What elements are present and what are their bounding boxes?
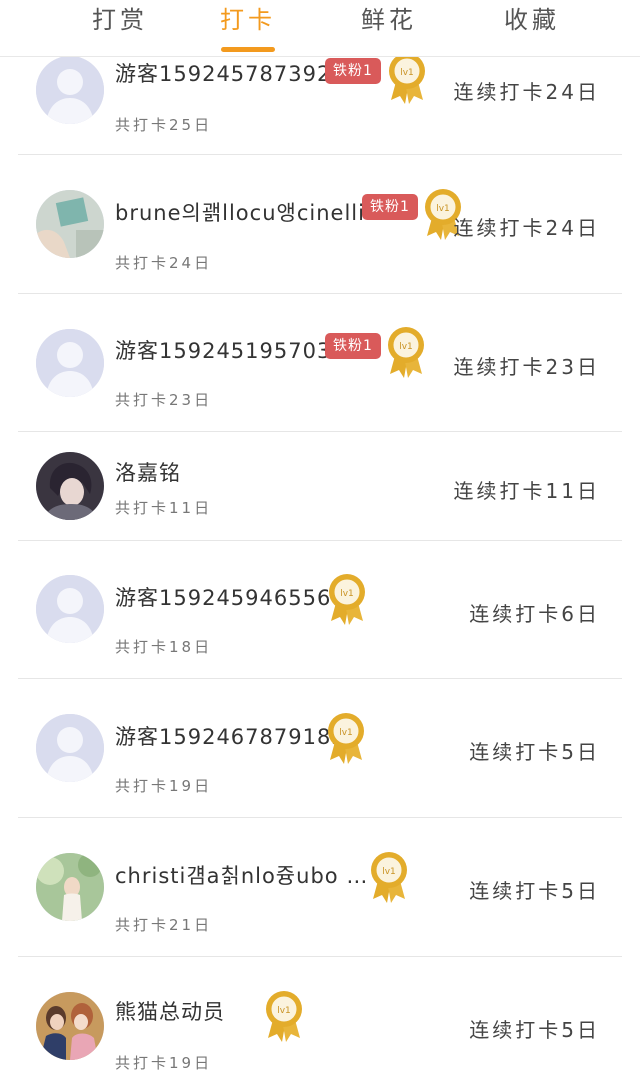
list-item[interactable]: 洛嘉铭 连续打卡11日 共打卡11日	[18, 431, 622, 541]
tab-label: 打卡	[220, 6, 276, 34]
list-item[interactable]: brune의괡llocu앵cinelli 铁粉1 lv1 连续打卡24日 共打卡…	[18, 154, 622, 294]
tab-favorites[interactable]: 收藏	[472, 0, 592, 56]
default-avatar-icon	[36, 575, 104, 643]
streak-label: 连续打卡24日	[453, 80, 600, 104]
user-name: christi걤a칡nlo즁ubo …	[115, 864, 369, 888]
fan-badge: 铁粉1	[362, 194, 418, 220]
streak-label: 连续打卡5日	[469, 879, 600, 903]
total-count: 共打卡25日	[115, 116, 213, 134]
tab-underline	[221, 47, 275, 52]
streak-label: 连续打卡6日	[469, 602, 600, 626]
tab-label: 鲜花	[361, 6, 417, 34]
gold-medal-icon: lv1	[329, 574, 365, 625]
gold-medal-icon: lv1	[389, 53, 425, 104]
svg-text:lv1: lv1	[436, 204, 450, 214]
photo-avatar	[36, 853, 104, 921]
gold-medal-icon: lv1	[328, 713, 364, 764]
user-name: 游客1592451957035	[115, 339, 346, 363]
total-count: 共打卡24日	[115, 254, 213, 272]
tab-label: 收藏	[504, 6, 560, 34]
tab-flowers[interactable]: 鲜花	[329, 0, 449, 56]
user-name: 游客1592467879182	[115, 725, 346, 749]
default-avatar-icon	[36, 714, 104, 782]
fan-badge: 铁粉1	[325, 333, 381, 359]
list-item[interactable]: 游客1592459465568 lv1 连续打卡6日 共打卡18日	[18, 540, 622, 679]
gold-medal-icon: lv1	[266, 991, 302, 1042]
user-name: 游客1592459465568	[115, 586, 346, 610]
list-item[interactable]: 游客1592467879182 lv1 连续打卡5日 共打卡19日	[18, 678, 622, 818]
user-name: 洛嘉铭	[115, 461, 181, 485]
list-item[interactable]: 熊猫总动员 lv1 连续打卡5日 共打卡19日	[18, 956, 622, 1072]
svg-text:lv1: lv1	[339, 728, 353, 738]
photo-avatar	[36, 452, 104, 520]
tab-bar: 打赏 打卡 鲜花 收藏	[0, 0, 640, 57]
photo-avatar	[36, 992, 104, 1060]
total-count: 共打卡19日	[115, 1054, 213, 1072]
list-item[interactable]: 游客1592457873920 铁粉1 lv1 连续打卡24日 共打卡25日	[18, 53, 622, 155]
default-avatar-icon	[36, 329, 104, 397]
streak-label: 连续打卡5日	[469, 740, 600, 764]
tab-reward[interactable]: 打赏	[60, 0, 180, 56]
svg-text:lv1: lv1	[400, 68, 414, 78]
streak-label: 连续打卡24日	[453, 216, 600, 240]
total-count: 共打卡19日	[115, 777, 213, 795]
streak-label: 连续打卡23日	[453, 355, 600, 379]
streak-label: 连续打卡5日	[469, 1018, 600, 1042]
user-name: 熊猫总动员	[115, 1000, 225, 1024]
user-name: brune의괡llocu앵cinelli	[115, 201, 365, 225]
total-count: 共打卡23日	[115, 391, 213, 409]
svg-text:lv1: lv1	[399, 342, 413, 352]
fan-badge: 铁粉1	[325, 58, 381, 84]
gold-medal-icon: lv1	[371, 852, 407, 903]
svg-text:lv1: lv1	[382, 867, 396, 877]
list-item[interactable]: 游客1592451957035 铁粉1 lv1 连续打卡23日 共打卡23日	[18, 293, 622, 432]
svg-text:lv1: lv1	[340, 589, 354, 599]
gold-medal-icon: lv1	[388, 327, 424, 378]
list-item[interactable]: christi걤a칡nlo즁ubo … lv1 连续打卡5日 共打卡21日	[18, 817, 622, 957]
photo-avatar	[36, 190, 104, 258]
total-count: 共打卡11日	[115, 499, 213, 517]
user-name: 游客1592457873920	[115, 62, 346, 86]
total-count: 共打卡21日	[115, 916, 213, 934]
svg-text:lv1: lv1	[277, 1006, 291, 1016]
tab-checkin[interactable]: 打卡	[188, 0, 308, 56]
total-count: 共打卡18日	[115, 638, 213, 656]
default-avatar-icon	[36, 56, 104, 124]
tab-label: 打赏	[92, 6, 148, 34]
streak-label: 连续打卡11日	[453, 479, 600, 503]
